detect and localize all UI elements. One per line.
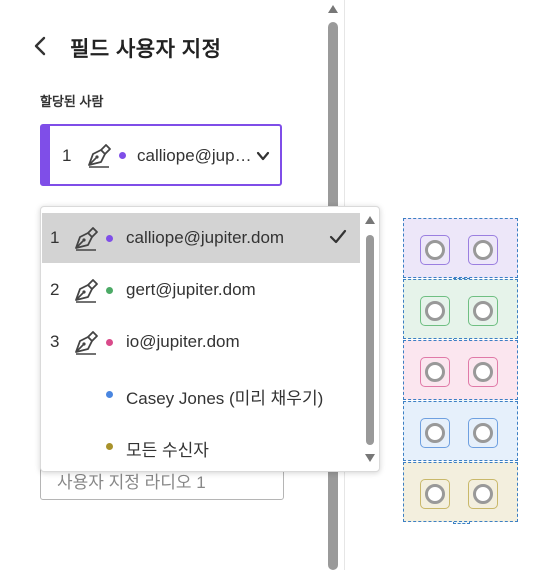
option-color-dot [106, 391, 113, 398]
dropdown-option[interactable]: Casey Jones (미리 채우기) [42, 369, 360, 419]
scroll-up-arrow-icon[interactable] [364, 215, 376, 225]
radio-button[interactable] [468, 357, 498, 387]
radio-button[interactable] [468, 235, 498, 265]
radio-circle-icon [425, 301, 445, 321]
radio-circle-icon [425, 484, 445, 504]
assignee-color-bar [42, 126, 50, 184]
radio-button[interactable] [468, 479, 498, 509]
radio-button-group[interactable] [403, 340, 518, 400]
checkmark-icon [329, 229, 347, 244]
radio-circle-icon [425, 240, 445, 260]
option-number: 1 [50, 228, 60, 247]
radio-button-group[interactable] [403, 279, 518, 339]
radio-button[interactable] [420, 357, 450, 387]
radio-button[interactable] [420, 235, 450, 265]
radio-circle-icon [473, 423, 493, 443]
signer-pen-icon [88, 144, 111, 168]
dropdown-scroll-thumb[interactable] [366, 235, 374, 445]
option-number: 2 [50, 280, 60, 299]
assignee-email: calliope@jup… [137, 146, 252, 165]
option-label: gert@jupiter.dom [126, 280, 256, 299]
option-label: io@jupiter.dom [126, 332, 240, 351]
radio-button[interactable] [420, 418, 450, 448]
option-label: calliope@jupiter.dom [126, 228, 285, 247]
radio-circle-icon [473, 484, 493, 504]
radio-button[interactable] [420, 479, 450, 509]
assignee-number: 1 [62, 146, 72, 165]
radio-button[interactable] [420, 296, 450, 326]
radio-circle-icon [473, 301, 493, 321]
assignee-label: 할당된 사람 [40, 94, 104, 109]
scroll-up-arrow-icon[interactable] [327, 4, 339, 14]
signer-pen-icon [75, 227, 98, 251]
option-color-dot [106, 443, 113, 450]
radio-button[interactable] [468, 296, 498, 326]
radio-circle-icon [425, 423, 445, 443]
radio-circle-icon [473, 240, 493, 260]
signer-pen-icon [75, 331, 98, 355]
radio-circle-icon [425, 362, 445, 382]
assignee-color-dot [119, 152, 126, 159]
dropdown-option[interactable]: 2 gert@jupiter.dom [42, 265, 360, 315]
panel-title: 필드 사용자 지정 [70, 38, 222, 61]
radio-button-group[interactable] [403, 218, 518, 278]
dropdown-option[interactable]: 모든 수신자 [42, 421, 360, 471]
radio-button-group[interactable] [403, 462, 518, 522]
signer-pen-icon [75, 279, 98, 303]
dropdown-scrollbar[interactable] [363, 213, 377, 467]
option-number: 3 [50, 332, 60, 351]
option-color-dot [106, 235, 113, 242]
radio-button[interactable] [468, 418, 498, 448]
chevron-down-icon [256, 151, 270, 161]
radio-button-group[interactable] [403, 401, 518, 461]
option-color-dot [106, 287, 113, 294]
scroll-down-arrow-icon[interactable] [364, 453, 376, 463]
app-root: 필드 사용자 지정 할당된 사람 1 calliope@jup… 사용자 지정 … [0, 0, 548, 570]
assignee-select[interactable]: 1 calliope@jup… [40, 124, 282, 186]
dropdown-option[interactable]: 3 io@jupiter.dom [42, 317, 360, 367]
back-chevron-icon[interactable] [30, 34, 52, 58]
radio-circle-icon [473, 362, 493, 382]
assignee-dropdown: 1 calliope@jupiter.dom 2 gert@jupiter.dom 3 i… [40, 206, 380, 472]
option-color-dot [106, 339, 113, 346]
dropdown-option[interactable]: 1 calliope@jupiter.dom [42, 213, 360, 263]
option-label: Casey Jones (미리 채우기) [126, 389, 324, 408]
option-label: 모든 수신자 [126, 441, 209, 460]
